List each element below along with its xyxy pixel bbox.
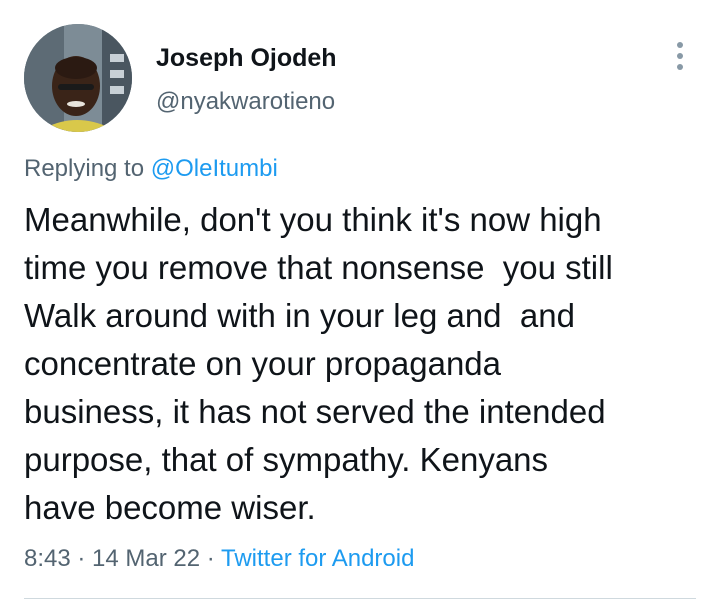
meta-separator: · bbox=[200, 545, 222, 572]
author-handle[interactable]: @nyakwarotieno bbox=[156, 88, 335, 116]
replying-to: Replying to @OleItumbi bbox=[24, 155, 278, 183]
tweet-date[interactable]: 14 Mar 22 bbox=[92, 545, 200, 572]
tweet-detail: Joseph Ojodeh @nyakwarotieno Replying to… bbox=[0, 0, 720, 609]
tweet-metadata: 8:43 · 14 Mar 22 · Twitter for Android bbox=[24, 545, 414, 573]
reply-mention-link[interactable]: @OleItumbi bbox=[151, 155, 278, 182]
tweet-time[interactable]: 8:43 bbox=[24, 545, 71, 572]
replying-to-label: Replying to bbox=[24, 155, 151, 182]
avatar[interactable] bbox=[24, 24, 132, 132]
more-options-button[interactable] bbox=[664, 38, 696, 74]
avatar-photo bbox=[24, 24, 132, 132]
tweet-text: Meanwhile, don't you think it's now high… bbox=[24, 201, 613, 526]
author-name[interactable]: Joseph Ojodeh bbox=[156, 44, 337, 73]
more-vertical-icon-dot-2 bbox=[677, 53, 683, 59]
more-vertical-icon bbox=[677, 42, 683, 48]
meta-separator: · bbox=[70, 545, 93, 572]
tweet-source-link[interactable]: Twitter for Android bbox=[221, 545, 414, 572]
more-vertical-icon-dot-3 bbox=[677, 64, 683, 70]
divider bbox=[24, 598, 696, 599]
